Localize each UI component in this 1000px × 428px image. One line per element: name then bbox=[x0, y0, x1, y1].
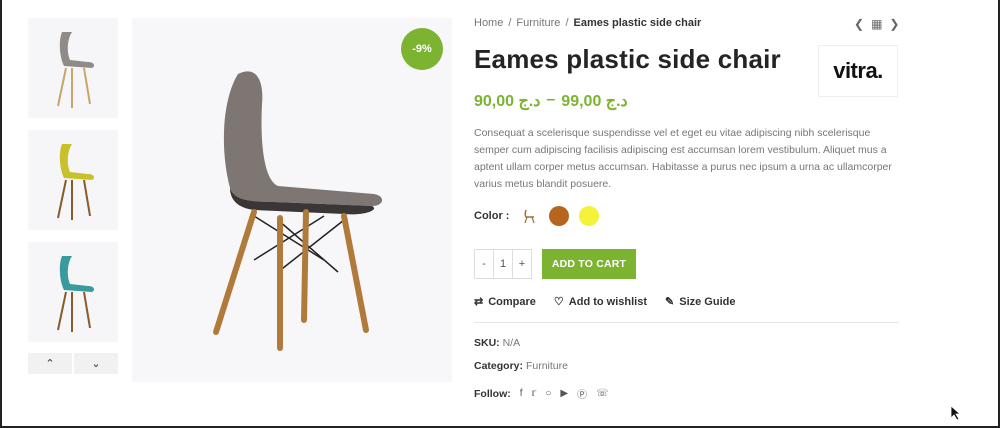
color-label: Color : bbox=[474, 210, 510, 222]
quantity-plus-button[interactable]: + bbox=[513, 250, 531, 278]
thumbnail-teal-chair[interactable] bbox=[28, 242, 118, 342]
swatch-chair-image[interactable] bbox=[519, 206, 540, 226]
heart-icon: ♡ bbox=[553, 296, 564, 308]
facebook-icon[interactable]: f bbox=[520, 388, 523, 399]
product-navigation: ❮ ▦ ❯ bbox=[854, 17, 899, 31]
price-high: 99,00 د.ج bbox=[561, 93, 628, 110]
breadcrumb-separator: / bbox=[508, 17, 512, 29]
price-range: 90,00 د.ج – 99,00 د.ج bbox=[474, 91, 628, 111]
category-link[interactable]: Furniture bbox=[526, 360, 568, 372]
quantity-minus-button[interactable]: - bbox=[475, 250, 493, 278]
thumbnail-yellow-chair[interactable] bbox=[28, 130, 118, 230]
grid-icon[interactable]: ▦ bbox=[871, 17, 882, 31]
thumbnail-nav: ⌃ ⌄ bbox=[28, 353, 118, 374]
wishlist-label: Add to wishlist bbox=[568, 295, 648, 308]
quantity-input[interactable]: 1 bbox=[493, 250, 513, 278]
quantity-stepper: - 1 + bbox=[474, 249, 532, 279]
product-title: Eames plastic side chair bbox=[474, 44, 781, 74]
wishlist-link[interactable]: ♡ Add to wishlist bbox=[553, 295, 648, 309]
size-guide-label: Size Guide bbox=[679, 295, 736, 308]
thumbnail-prev-button[interactable]: ⌃ bbox=[28, 353, 72, 374]
add-to-cart-button[interactable]: ADD TO CART bbox=[542, 249, 636, 279]
breadcrumb-current: Eames plastic side chair bbox=[573, 17, 702, 29]
color-selector: Color : bbox=[474, 206, 600, 226]
price-low: 90,00 د.ج bbox=[474, 93, 541, 110]
sku-row: SKU: N/A bbox=[474, 337, 520, 349]
main-product-image[interactable] bbox=[132, 18, 452, 382]
size-guide-link[interactable]: ✎ Size Guide bbox=[665, 295, 736, 309]
chevron-up-icon: ⌃ bbox=[45, 358, 55, 370]
brand-logo[interactable]: vitra. bbox=[818, 45, 898, 97]
chevron-right-icon[interactable]: ❯ bbox=[889, 17, 899, 31]
mouse-cursor-icon bbox=[950, 405, 962, 421]
sku-value: N/A bbox=[502, 337, 521, 349]
chevron-left-icon[interactable]: ❮ bbox=[854, 17, 864, 31]
divider bbox=[474, 322, 899, 323]
product-actions: ⇄ Compare ♡ Add to wishlist ✎ Size Guide bbox=[474, 295, 736, 309]
swatch-brown[interactable] bbox=[549, 206, 570, 226]
breadcrumb-category[interactable]: Furniture bbox=[516, 17, 560, 29]
swatch-yellow[interactable] bbox=[579, 206, 600, 226]
thumbnail-list bbox=[28, 18, 118, 354]
compare-link[interactable]: ⇄ Compare bbox=[474, 295, 536, 309]
sku-label: SKU: bbox=[474, 337, 500, 349]
category-label: Category: bbox=[474, 360, 524, 372]
breadcrumb-home[interactable]: Home bbox=[474, 17, 503, 29]
breadcrumb-separator: / bbox=[565, 17, 569, 29]
twitter-icon[interactable]: 𝕣 bbox=[532, 388, 537, 399]
whatsapp-icon[interactable]: ☏ bbox=[596, 388, 609, 399]
thumbnail-next-button[interactable]: ⌄ bbox=[74, 353, 118, 374]
instagram-icon[interactable]: ○ bbox=[545, 388, 551, 399]
youtube-icon[interactable]: ▶ bbox=[560, 388, 568, 399]
pinterest-icon[interactable]: Ⓟ bbox=[577, 386, 587, 401]
thumbnail-grey-chair[interactable] bbox=[28, 18, 118, 118]
compare-label: Compare bbox=[488, 295, 536, 308]
discount-badge: -9% bbox=[401, 28, 443, 70]
shuffle-icon: ⇄ bbox=[474, 296, 484, 308]
breadcrumb: Home / Furniture / Eames plastic side ch… bbox=[474, 17, 701, 29]
follow-row: Follow: f 𝕣 ○ ▶ Ⓟ ☏ bbox=[474, 386, 609, 402]
chevron-down-icon: ⌄ bbox=[91, 358, 101, 370]
category-row: Category: Furniture bbox=[474, 360, 568, 372]
follow-label: Follow: bbox=[474, 387, 511, 400]
chair-image bbox=[213, 71, 383, 351]
ruler-icon: ✎ bbox=[665, 296, 675, 308]
price-dash: – bbox=[546, 91, 556, 108]
product-description: Consequat a scelerisque suspendisse vel … bbox=[474, 127, 892, 190]
